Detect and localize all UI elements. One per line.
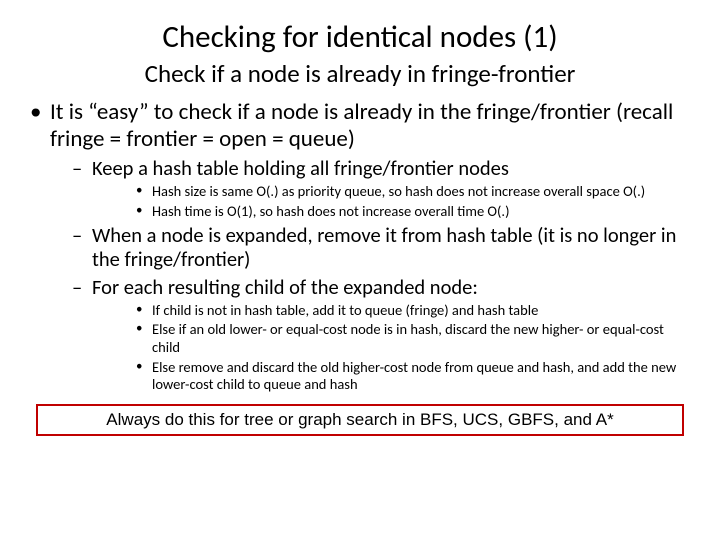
bullet-lvl3: If child is not in hash table, add it to…: [92, 302, 692, 320]
bullet-text: It is “easy” to check if a node is alrea…: [50, 98, 673, 153]
bullet-text: For each resulting child of the expanded…: [92, 274, 478, 300]
bullet-lvl1: It is “easy” to check if a node is alrea…: [28, 99, 692, 394]
bullet-lvl3: Else remove and discard the old higher-c…: [92, 359, 692, 394]
bullet-lvl2: For each resulting child of the expanded…: [50, 276, 692, 394]
bullet-lvl3: Hash time is O(1), so hash does not incr…: [92, 203, 692, 221]
bullet-lvl3: Hash size is same O(.) as priority queue…: [92, 183, 692, 201]
bullet-lvl2: When a node is expanded, remove it from …: [50, 224, 692, 272]
bullet-lvl2: Keep a hash table holding all fringe/fro…: [50, 157, 692, 220]
slide-subtitle: Check if a node is already in fringe-fro…: [28, 58, 692, 89]
bullet-lvl3: Else if an old lower- or equal-cost node…: [92, 321, 692, 356]
bullet-text: When a node is expanded, remove it from …: [92, 222, 676, 272]
slide-title: Checking for identical nodes (1): [28, 18, 692, 56]
bullet-text: Keep a hash table holding all fringe/fro…: [92, 155, 509, 181]
callout-box: Always do this for tree or graph search …: [36, 404, 684, 436]
bullet-list: It is “easy” to check if a node is alrea…: [28, 99, 692, 394]
